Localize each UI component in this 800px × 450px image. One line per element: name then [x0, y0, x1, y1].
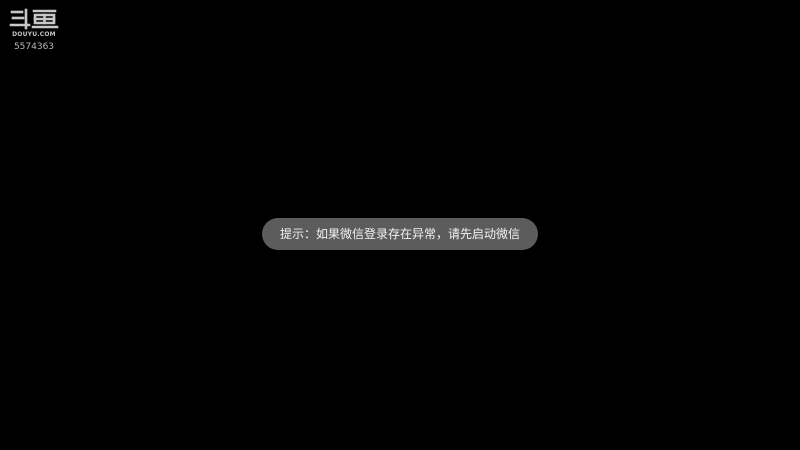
douyu-logo-icon: 斗鱼 — [9, 8, 59, 30]
logo-domain-text: DOUYU.COM — [12, 31, 56, 38]
logo-text: 斗鱼 — [9, 8, 11, 9]
toast-notification: 提示：如果微信登录存在异常，请先启动微信 — [262, 218, 538, 250]
video-player-screen[interactable]: 斗鱼 DOUYU.COM 5574363 提示：如果微信登录存在异常，请先启动微… — [0, 0, 800, 450]
douyu-watermark: 斗鱼 DOUYU.COM 5574363 — [8, 8, 60, 52]
room-id-label: 5574363 — [13, 42, 55, 52]
toast-message: 提示：如果微信登录存在异常，请先启动微信 — [279, 227, 520, 241]
